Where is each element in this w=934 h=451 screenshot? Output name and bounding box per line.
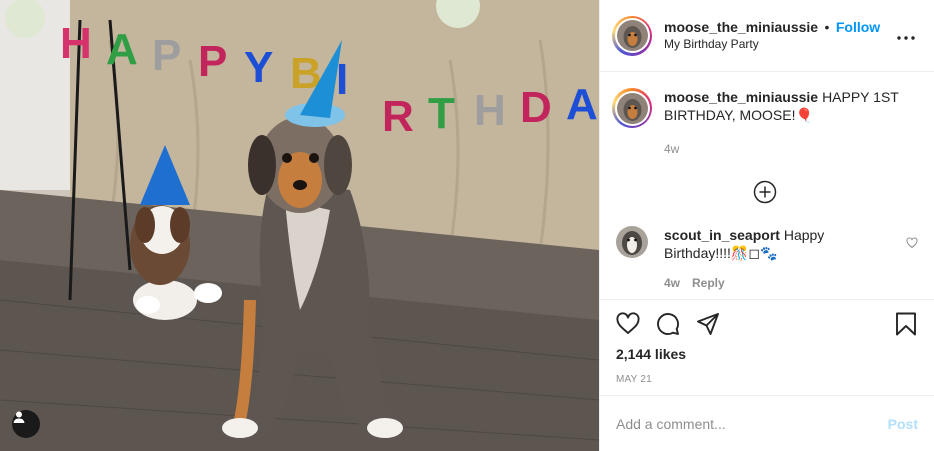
instagram-post: HAPPYBIRTHDA moose_the_miniaussie • Foll… <box>0 0 934 451</box>
banner-letter: T <box>428 89 455 138</box>
banner-letter: H <box>474 86 506 135</box>
post-comment-button[interactable]: Post <box>888 416 918 432</box>
banner-letter: P <box>152 31 181 80</box>
comment-meta: 4w Reply <box>664 274 892 292</box>
commenter-username[interactable]: scout_in_seaport <box>664 227 780 243</box>
plus-circle-icon <box>753 180 777 204</box>
post-date[interactable]: MAY 21 <box>616 374 918 385</box>
heart-outline-icon <box>906 237 918 249</box>
user-tag-button[interactable] <box>12 410 40 438</box>
banner-letter: R <box>382 92 414 141</box>
comment-time[interactable]: 4w <box>664 276 680 290</box>
banner-letter: Y <box>244 43 273 92</box>
share-icon <box>697 313 719 335</box>
author-avatar[interactable] <box>612 15 652 56</box>
comment-button[interactable] <box>656 312 680 336</box>
comment-input[interactable] <box>616 415 888 432</box>
likes-count[interactable]: 2,144 likes <box>616 346 918 362</box>
like-button[interactable] <box>616 312 640 336</box>
separator-dot: • <box>824 18 830 35</box>
post-location[interactable]: My Birthday Party <box>664 36 894 53</box>
heart-icon <box>616 312 640 334</box>
caption-time[interactable]: 4w <box>664 140 918 158</box>
comment-like-button[interactable] <box>906 236 918 254</box>
banner-letter: P <box>198 37 227 86</box>
share-button[interactable] <box>696 312 720 336</box>
add-comment-form: Post <box>600 395 934 451</box>
more-options-button[interactable] <box>894 25 918 46</box>
comment-icon <box>657 313 679 335</box>
save-button[interactable] <box>894 312 918 336</box>
post-photo[interactable]: HAPPYBIRTHDA <box>0 0 599 451</box>
reply-button[interactable]: Reply <box>692 276 725 290</box>
comments-section[interactable]: moose_the_miniaussie HAPPY 1ST BIRTHDAY, … <box>600 72 934 299</box>
birthday-dog-photo: H A P P Y B IR T H D A <box>0 0 599 451</box>
banner-letter: A <box>106 25 138 74</box>
caption-username[interactable]: moose_the_miniaussie <box>664 89 818 105</box>
author-username[interactable]: moose_the_miniaussie <box>664 19 818 35</box>
banner-letter: D <box>520 83 552 132</box>
actions-area: 2,144 likes MAY 21 <box>600 299 934 395</box>
header-text: moose_the_miniaussie • Follow My Birthda… <box>664 19 894 53</box>
post-sidebar: moose_the_miniaussie • Follow My Birthda… <box>599 0 934 451</box>
follow-button[interactable]: Follow <box>836 19 880 35</box>
banner-letter: H <box>60 19 92 68</box>
commenter-avatar[interactable] <box>616 226 648 258</box>
user-tag-icon <box>13 411 25 423</box>
caption-body: moose_the_miniaussie HAPPY 1ST BIRTHDAY, … <box>664 88 918 158</box>
comment-item: scout_in_seaport Happy Birthday!!!!🎊◻🐾 4… <box>612 226 918 292</box>
action-bar <box>616 300 918 348</box>
more-options-icon <box>897 36 915 40</box>
load-more-comments-button[interactable] <box>612 180 918 204</box>
banner-letter: A <box>566 80 598 129</box>
bookmark-icon <box>896 312 916 336</box>
post-header: moose_the_miniaussie • Follow My Birthda… <box>600 0 934 72</box>
caption-avatar[interactable] <box>612 88 652 128</box>
post-caption: moose_the_miniaussie HAPPY 1ST BIRTHDAY, … <box>612 88 918 158</box>
comment-body: scout_in_seaport Happy Birthday!!!!🎊◻🐾 4… <box>664 226 918 292</box>
